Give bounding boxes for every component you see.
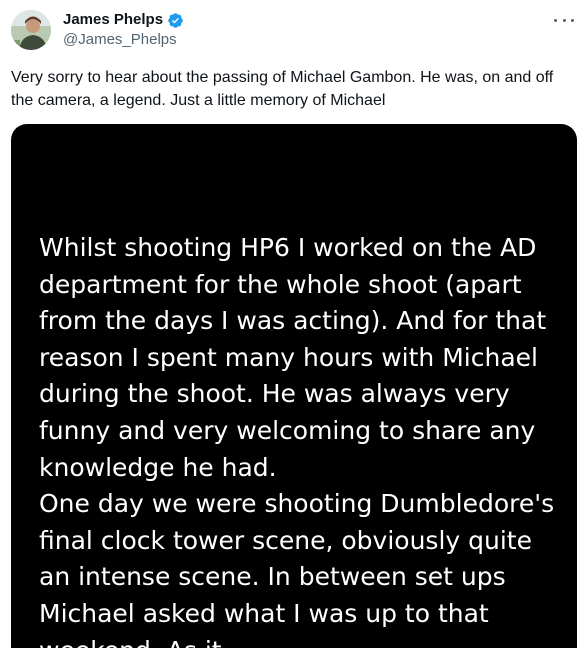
tweet-text: Very sorry to hear about the passing of …	[11, 69, 554, 109]
more-dot	[562, 18, 566, 22]
media-image-text: Whilst shooting HP6 I worked on the AD d…	[39, 233, 555, 648]
verified-badge-icon[interactable]	[167, 12, 184, 29]
tweet: James Phelps @James_Phelps Very sorry to…	[0, 0, 588, 648]
author-handle[interactable]: @James_Phelps	[63, 31, 177, 49]
avatar-photo	[11, 10, 51, 50]
more-options-icon[interactable]	[554, 12, 574, 28]
author-display-name[interactable]: James Phelps	[63, 11, 163, 29]
more-dot	[554, 18, 557, 22]
tweet-media-image[interactable]: Whilst shooting HP6 I worked on the AD d…	[11, 124, 577, 648]
more-dot	[571, 18, 574, 22]
avatar[interactable]	[11, 10, 51, 50]
author-name-row: James Phelps	[63, 11, 184, 29]
